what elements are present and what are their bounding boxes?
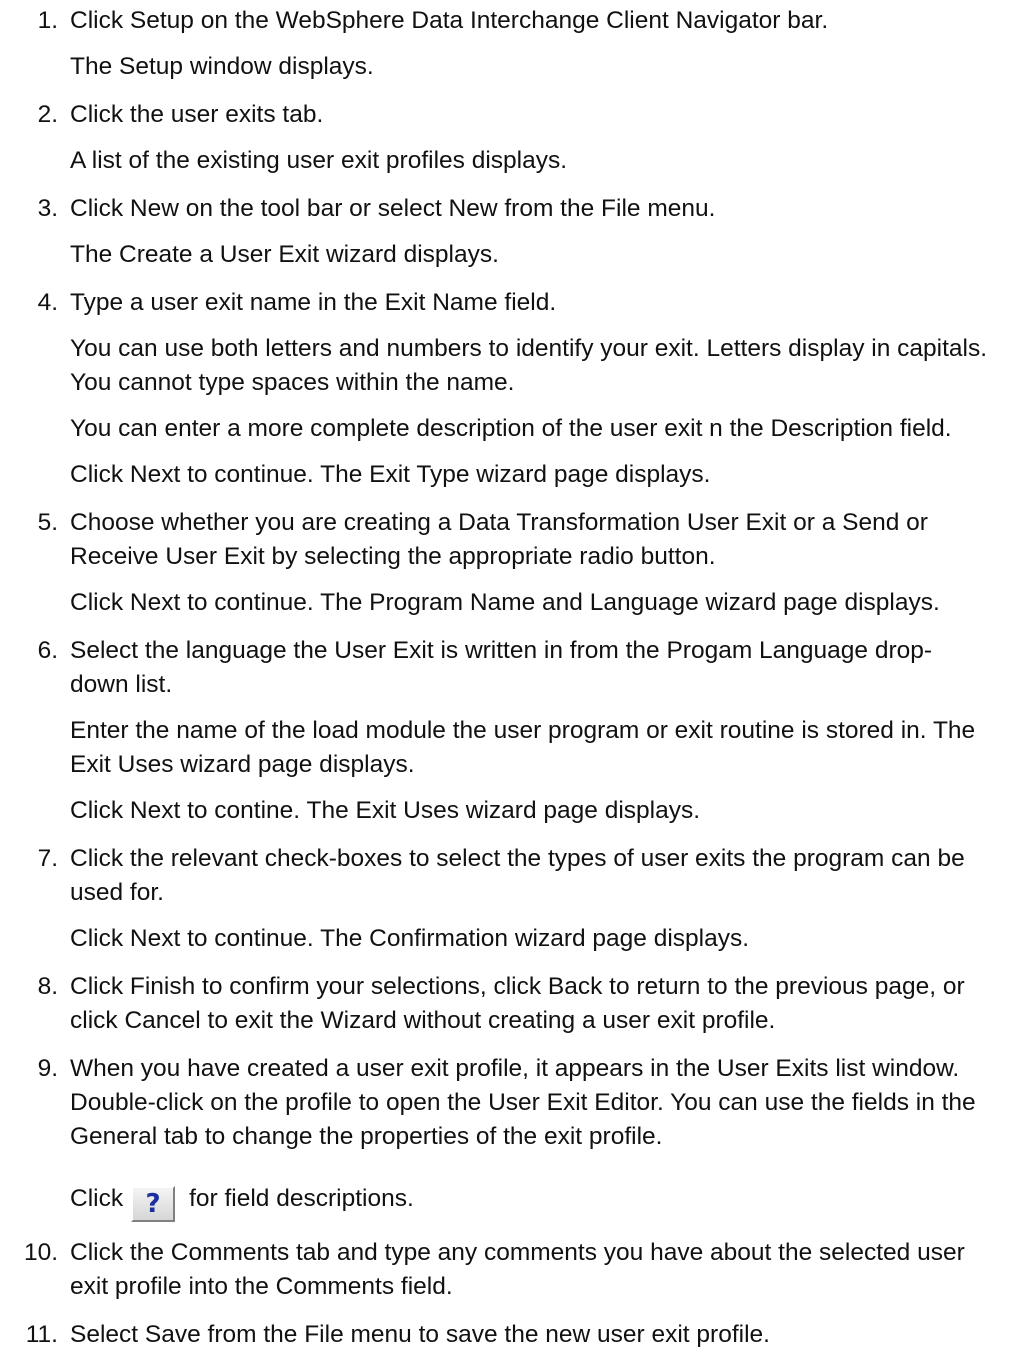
step-4: 4. Type a user exit name in the Exit Nam… <box>18 286 1008 492</box>
step-instruction: Select the language the User Exit is wri… <box>70 637 933 698</box>
step-instruction: Choose whether you are creating a Data T… <box>70 509 928 570</box>
step-number: 5. <box>37 509 58 536</box>
help-line: Click? for field descriptions. <box>70 1182 1008 1222</box>
procedure-steps: 1. Click Setup on the WebSphere Data Int… <box>18 4 1008 1366</box>
step-detail: You can enter a more complete descriptio… <box>70 415 952 442</box>
step-number: 1. <box>37 7 58 34</box>
step-detail: Enter the name of the load module the us… <box>70 717 976 778</box>
step-7: 7. Click the relevant check-boxes to sel… <box>18 842 1008 956</box>
step-instruction: Select Save from the File menu to save t… <box>70 1321 770 1348</box>
step-2: 2. Click the user exits tab. A list of t… <box>18 98 1008 178</box>
step-detail: Click Next to continue. The Program Name… <box>70 589 940 616</box>
step-instruction: Click the relevant check-boxes to select… <box>70 845 965 906</box>
step-instruction: Type a user exit name in the Exit Name f… <box>70 289 557 316</box>
step-number: 10. <box>23 1239 58 1266</box>
step-number: 9. <box>37 1055 58 1082</box>
step-number: 3. <box>37 195 58 222</box>
step-instruction: Click Setup on the WebSphere Data Interc… <box>70 7 829 34</box>
step-8: 8. Click Finish to confirm your selectio… <box>18 970 1008 1038</box>
step-detail: Click Next to continue. The Exit Type wi… <box>70 461 711 488</box>
step-number: 6. <box>37 637 58 664</box>
step-number: 11. <box>25 1321 58 1348</box>
step-3: 3. Click New on the tool bar or select N… <box>18 192 1008 272</box>
step-11: 11. Select Save from the File menu to sa… <box>18 1318 1008 1352</box>
step-detail: The Setup window displays. <box>70 53 374 80</box>
step-detail: The Create a User Exit wizard displays. <box>70 241 499 268</box>
help-question-icon[interactable]: ? <box>131 1186 176 1222</box>
step-number: 2. <box>37 101 58 128</box>
document-page: 1. Click Setup on the WebSphere Data Int… <box>0 0 1013 1348</box>
step-detail: A list of the existing user exit profile… <box>70 147 568 174</box>
step-number: 7. <box>37 845 58 872</box>
step-1: 1. Click Setup on the WebSphere Data Int… <box>18 4 1008 84</box>
step-10: 10. Click the Comments tab and type any … <box>18 1236 1008 1304</box>
step-instruction: Click New on the tool bar or select New … <box>70 195 716 222</box>
step-detail: Click Next to continue. The Confirmation… <box>70 925 750 952</box>
step-number: 8. <box>37 973 58 1000</box>
step-instruction: When you have created a user exit profil… <box>70 1055 976 1150</box>
help-line-prefix: Click <box>70 1185 124 1212</box>
step-instruction: Click the user exits tab. <box>70 101 324 128</box>
step-6: 6. Select the language the User Exit is … <box>18 634 1008 828</box>
step-detail: Click Next to contine. The Exit Uses wiz… <box>70 797 701 824</box>
step-5: 5. Choose whether you are creating a Dat… <box>18 506 1008 620</box>
step-number: 4. <box>37 289 58 316</box>
step-9: 9. When you have created a user exit pro… <box>18 1052 1008 1222</box>
help-glyph: ? <box>145 1189 161 1219</box>
step-instruction: Click the Comments tab and type any comm… <box>70 1239 965 1300</box>
step-instruction: Click Finish to confirm your selections,… <box>70 973 965 1034</box>
help-line-suffix: for field descriptions. <box>189 1185 414 1212</box>
step-detail: You can use both letters and numbers to … <box>70 335 988 396</box>
